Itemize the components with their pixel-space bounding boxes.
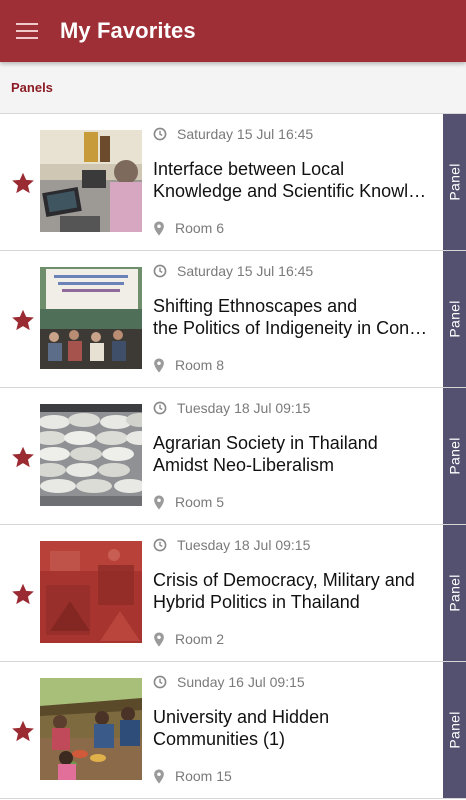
location-pin-icon: [154, 631, 164, 647]
session-time-text: Saturday 15 Jul 16:45: [177, 126, 314, 142]
menu-button[interactable]: [0, 0, 55, 62]
session-thumbnail: [40, 130, 142, 232]
session-thumbnail: [40, 678, 142, 780]
session-room: Room 5: [153, 494, 224, 510]
list-item[interactable]: Sunday 16 Jul 09:15 University and Hidde…: [0, 662, 466, 799]
session-time-text: Tuesday 18 Jul 09:15: [177, 400, 311, 416]
location-pin-icon: [154, 220, 164, 236]
session-room-text: Room 2: [175, 631, 225, 647]
location-pin-icon: [154, 494, 164, 510]
session-title-line: Amidst Neo-Liberalism: [153, 455, 335, 475]
session-time-text: Saturday 15 Jul 16:45: [177, 263, 314, 279]
favorite-star-icon[interactable]: [10, 170, 36, 196]
session-time-text: Sunday 16 Jul 09:15: [177, 674, 305, 690]
session-title: Agrarian Society in Thailand Amidst Neo-…: [153, 432, 441, 476]
session-type-label: Panel: [446, 163, 463, 201]
session-time: Tuesday 18 Jul 09:15: [153, 400, 310, 416]
section-header: Panels: [0, 62, 466, 114]
app-bar: My Favorites: [0, 0, 466, 62]
session-title: Crisis of Democracy, Military and Hybrid…: [153, 569, 441, 613]
session-title: Shifting Ethnoscapes and the Politics of…: [153, 295, 441, 339]
session-type-tag: Panel: [443, 662, 466, 798]
session-title-line: Shifting Ethnoscapes and: [153, 296, 358, 316]
session-room: Room 6: [153, 220, 224, 236]
session-time: Saturday 15 Jul 16:45: [153, 263, 313, 279]
session-room-text: Room 8: [175, 357, 225, 373]
session-type-tag: Panel: [443, 525, 466, 661]
clock-icon: [153, 127, 167, 141]
session-title-line: Knowledge and Scientific Knowl…: [153, 181, 427, 201]
session-title-line: Agrarian Society in Thailand: [153, 433, 378, 453]
list-item[interactable]: Tuesday 18 Jul 09:15 Crisis of Democracy…: [0, 525, 466, 662]
session-time-text: Tuesday 18 Jul 09:15: [177, 537, 311, 553]
clock-icon: [153, 675, 167, 689]
session-room-text: Room 5: [175, 494, 225, 510]
favorite-star-icon[interactable]: [10, 307, 36, 333]
session-title-line: University and Hidden: [153, 707, 330, 727]
location-pin-icon: [154, 768, 164, 784]
session-type-label: Panel: [446, 711, 463, 749]
session-time: Saturday 15 Jul 16:45: [153, 126, 313, 142]
session-time: Sunday 16 Jul 09:15: [153, 674, 305, 690]
session-thumbnail: [40, 404, 142, 506]
session-type-tag: Panel: [443, 114, 466, 250]
list-item[interactable]: Saturday 15 Jul 16:45 Shifting Ethnoscap…: [0, 251, 466, 388]
session-title-line: Crisis of Democracy, Military and: [153, 570, 415, 590]
session-room-text: Room 15: [175, 768, 232, 784]
session-room: Room 8: [153, 357, 224, 373]
location-pin-icon: [154, 357, 164, 373]
list-item[interactable]: Saturday 15 Jul 16:45 Interface between …: [0, 114, 466, 251]
session-title-line: Communities (1): [153, 729, 286, 749]
session-title-line: the Politics of Indigeneity in Con…: [153, 318, 428, 338]
session-thumbnail: [40, 267, 142, 369]
session-title: University and Hidden Communities (1): [153, 706, 441, 750]
session-room: Room 2: [153, 631, 224, 647]
session-thumbnail: [40, 541, 142, 643]
page-title: My Favorites: [60, 18, 196, 43]
clock-icon: [153, 401, 167, 415]
session-title: Interface between Local Knowledge and Sc…: [153, 158, 441, 202]
session-type-label: Panel: [446, 574, 463, 612]
favorite-star-icon[interactable]: [10, 718, 36, 744]
favorite-star-icon[interactable]: [10, 444, 36, 470]
session-room-text: Room 6: [175, 220, 225, 236]
session-title-line: Hybrid Politics in Thailand: [153, 592, 360, 612]
list-item[interactable]: Tuesday 18 Jul 09:15 Agrarian Society in…: [0, 388, 466, 525]
section-label: Panels: [11, 80, 53, 95]
favorites-list: Saturday 15 Jul 16:45 Interface between …: [0, 114, 466, 799]
session-type-label: Panel: [446, 437, 463, 475]
session-title-line: Interface between Local: [153, 159, 345, 179]
session-type-label: Panel: [446, 300, 463, 338]
session-time: Tuesday 18 Jul 09:15: [153, 537, 310, 553]
clock-icon: [153, 264, 167, 278]
hamburger-icon: [16, 23, 38, 39]
favorite-star-icon[interactable]: [10, 581, 36, 607]
session-type-tag: Panel: [443, 388, 466, 524]
clock-icon: [153, 538, 167, 552]
session-room: Room 15: [153, 768, 232, 784]
session-type-tag: Panel: [443, 251, 466, 387]
